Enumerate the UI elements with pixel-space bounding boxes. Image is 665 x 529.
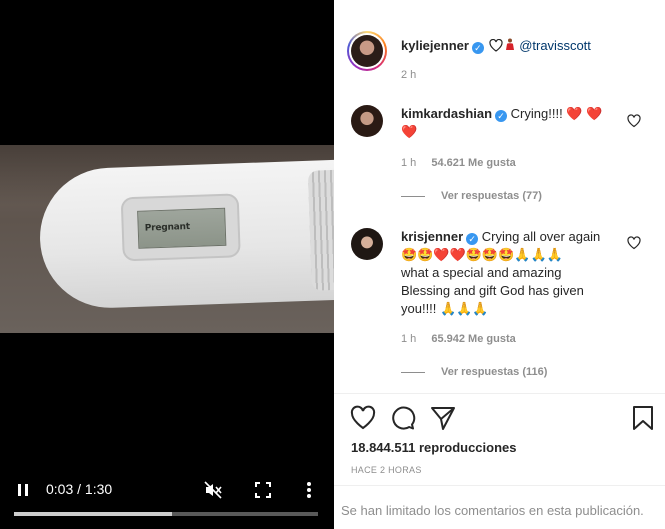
comment-username[interactable]: krisjenner bbox=[401, 229, 463, 244]
verified-badge-icon: ✓ bbox=[471, 42, 484, 54]
video-progress-fill bbox=[14, 512, 173, 516]
comment-icon[interactable] bbox=[390, 405, 416, 431]
comment-likes[interactable]: 54.621 Me gusta bbox=[431, 157, 515, 169]
heart-icon[interactable] bbox=[350, 405, 376, 431]
mention-link[interactable]: @travisscott bbox=[519, 38, 591, 53]
video-frame: Pregnant bbox=[0, 145, 334, 333]
comments-limited-notice: Se han limitado los comentarios en esta … bbox=[334, 485, 665, 529]
comment-time: 1 h bbox=[401, 157, 417, 169]
comment-text: krisjenner ✓ Crying all over again 🤩🤩❤️❤️… bbox=[401, 229, 601, 316]
video-progress-bar[interactable] bbox=[14, 512, 318, 516]
more-vertical-icon bbox=[307, 482, 311, 498]
comment-username[interactable]: kimkardashian bbox=[401, 106, 492, 121]
comment-like-heart-icon[interactable] bbox=[627, 236, 641, 250]
fullscreen-icon bbox=[255, 482, 271, 498]
pregnant-woman-icon bbox=[505, 38, 515, 53]
test-display: Pregnant bbox=[137, 207, 227, 249]
post-time-ago: 2 h bbox=[401, 69, 417, 81]
video-controls: 0:03 / 1:30 bbox=[0, 473, 334, 513]
muted-speaker-icon bbox=[204, 481, 222, 499]
comment-meta: 1 h 65.942 Me gusta bbox=[401, 333, 516, 345]
pregnancy-test: Pregnant bbox=[37, 159, 334, 311]
post-caption: kyliejenner ✓ @travisscott bbox=[401, 38, 591, 54]
post-side-panel: kyliejenner ✓ @travisscott 2 h kimkardash… bbox=[334, 0, 665, 529]
action-bar bbox=[334, 393, 665, 443]
test-display-text: Pregnant bbox=[144, 222, 191, 234]
posted-time: HACE 2 HORAS bbox=[351, 465, 422, 475]
more-options-button[interactable] bbox=[298, 479, 320, 501]
verified-badge-icon: ✓ bbox=[495, 110, 508, 122]
share-icon[interactable] bbox=[430, 405, 456, 431]
view-count[interactable]: 18.844.511 reproducciones bbox=[351, 440, 516, 455]
comment-meta: 1 h 54.621 Me gusta bbox=[401, 157, 516, 169]
post-username[interactable]: kyliejenner bbox=[401, 38, 469, 53]
fullscreen-button[interactable] bbox=[252, 479, 274, 501]
bookmark-icon[interactable] bbox=[630, 405, 656, 431]
avatar[interactable] bbox=[351, 228, 383, 260]
mute-button[interactable] bbox=[202, 479, 224, 501]
comment-likes[interactable]: 65.942 Me gusta bbox=[431, 333, 515, 345]
white-heart-icon bbox=[488, 38, 503, 53]
video-time: 0:03 / 1:30 bbox=[46, 481, 113, 497]
view-replies-button[interactable]: Ver respuestas (116) bbox=[401, 366, 547, 378]
avatar[interactable] bbox=[347, 31, 387, 71]
comment-text: kimkardashian ✓ Crying!!!! ❤️ ❤️ ❤️ bbox=[401, 106, 603, 139]
video-player[interactable]: Pregnant 0:03 / 1:30 bbox=[0, 0, 334, 529]
avatar[interactable] bbox=[351, 105, 383, 137]
view-replies-button[interactable]: Ver respuestas (77) bbox=[401, 190, 542, 202]
comment-time: 1 h bbox=[401, 333, 417, 345]
comment-like-heart-icon[interactable] bbox=[627, 114, 641, 128]
pause-button[interactable] bbox=[12, 479, 34, 501]
verified-badge-icon: ✓ bbox=[466, 233, 479, 245]
post-header: kyliejenner ✓ @travisscott 2 h bbox=[334, 0, 665, 92]
